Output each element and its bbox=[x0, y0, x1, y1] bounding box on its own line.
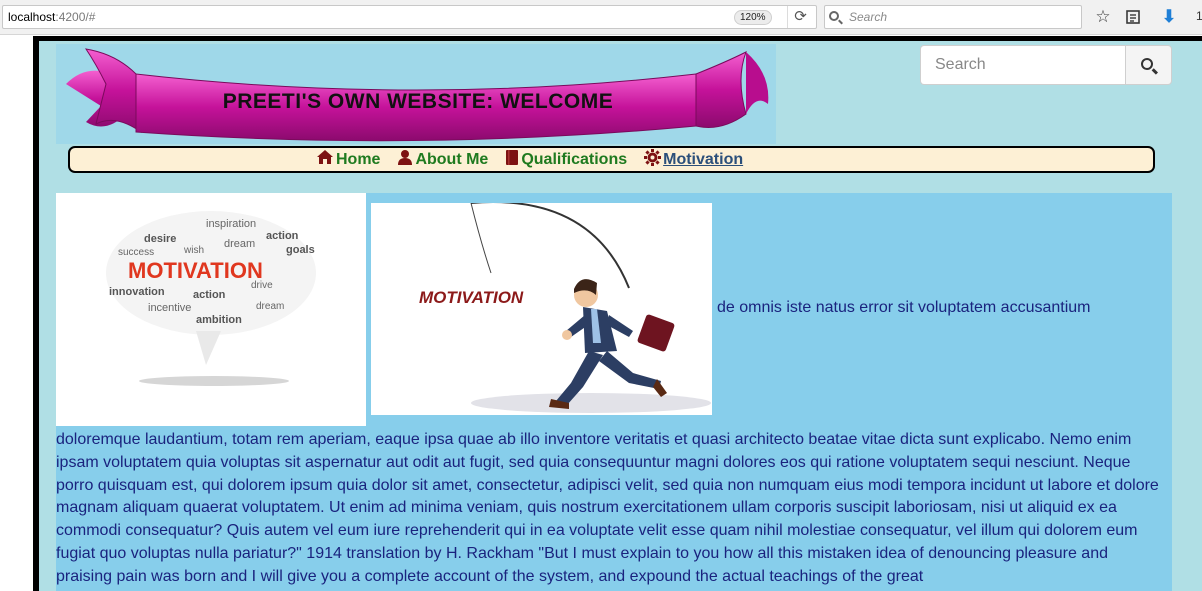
image-caption: MOTIVATION bbox=[419, 288, 524, 307]
reading-list-icon[interactable] bbox=[1122, 6, 1144, 28]
wordcloud-word: action bbox=[193, 289, 226, 301]
main-nav: Home About Me Qualifications Motivation bbox=[68, 146, 1155, 173]
nav-item-home[interactable]: Home bbox=[316, 149, 380, 170]
wordcloud-word: ambition bbox=[196, 314, 242, 326]
search-input[interactable] bbox=[920, 45, 1125, 85]
motivation-businessman-image: MOTIVATION bbox=[371, 203, 712, 415]
wordcloud-word: action bbox=[266, 230, 299, 242]
nav-label-qualifications: Qualifications bbox=[521, 150, 628, 168]
wordcloud-word: incentive bbox=[148, 302, 191, 314]
wordcloud-word: desire bbox=[144, 233, 176, 245]
home-icon bbox=[316, 149, 334, 170]
url-host: localhost bbox=[8, 10, 56, 24]
browser-toolbar: localhost:4200/# 120% ⟳ Search ☆ ⬇ 1 bbox=[0, 0, 1202, 35]
browser-search-input[interactable]: Search bbox=[824, 5, 1082, 29]
wordcloud-word: dream bbox=[224, 238, 255, 250]
wordcloud-word: innovation bbox=[109, 286, 165, 298]
content-area: inspiration desire dream action success … bbox=[56, 193, 1172, 591]
inline-text: de omnis iste natus error sit voluptatem… bbox=[717, 299, 1091, 316]
site-title: PREETI'S OWN WEBSITE: WELCOME bbox=[222, 90, 614, 113]
nav-label-motivation: Motivation bbox=[663, 150, 744, 168]
reload-icon[interactable]: ⟳ bbox=[787, 6, 813, 28]
nav-label-home: Home bbox=[336, 150, 381, 168]
book-icon bbox=[505, 149, 519, 171]
user-icon bbox=[397, 149, 413, 170]
search-icon bbox=[829, 11, 839, 21]
wordcloud-word: goals bbox=[286, 244, 315, 256]
wordcloud-word: inspiration bbox=[206, 218, 256, 230]
bookmark-star-icon[interactable]: ☆ bbox=[1092, 6, 1114, 28]
cog-icon bbox=[644, 148, 662, 171]
wordcloud-word: success bbox=[118, 247, 154, 258]
page-body: PREETI'S OWN WEBSITE: WELCOME Home bbox=[39, 41, 1202, 591]
url-bar[interactable]: localhost:4200/# bbox=[2, 5, 817, 29]
wordcloud-word: wish bbox=[183, 245, 204, 256]
zoom-indicator[interactable]: 120% bbox=[734, 10, 772, 25]
overflow-count: 1 bbox=[1196, 9, 1202, 23]
body-paragraph: doloremque laudantium, totam rem aperiam… bbox=[56, 431, 1159, 585]
nav-item-about[interactable]: About Me bbox=[397, 149, 488, 170]
page-frame: PREETI'S OWN WEBSITE: WELCOME Home bbox=[33, 36, 1202, 591]
motivation-wordcloud-image: inspiration desire dream action success … bbox=[56, 193, 366, 426]
search-button[interactable] bbox=[1125, 45, 1172, 85]
search-icon bbox=[1141, 58, 1153, 70]
nav-item-motivation[interactable]: Motivation bbox=[644, 148, 744, 171]
nav-item-qualifications[interactable]: Qualifications bbox=[505, 149, 627, 171]
wordcloud-word: dream bbox=[256, 301, 284, 312]
banner: PREETI'S OWN WEBSITE: WELCOME bbox=[56, 44, 776, 144]
download-icon[interactable]: ⬇ bbox=[1158, 6, 1180, 28]
wordcloud-title: MOTIVATION bbox=[128, 258, 263, 283]
site-search bbox=[920, 45, 1172, 85]
url-path: :4200/# bbox=[55, 10, 96, 24]
browser-search-placeholder: Search bbox=[849, 10, 888, 24]
nav-label-about: About Me bbox=[415, 150, 489, 168]
